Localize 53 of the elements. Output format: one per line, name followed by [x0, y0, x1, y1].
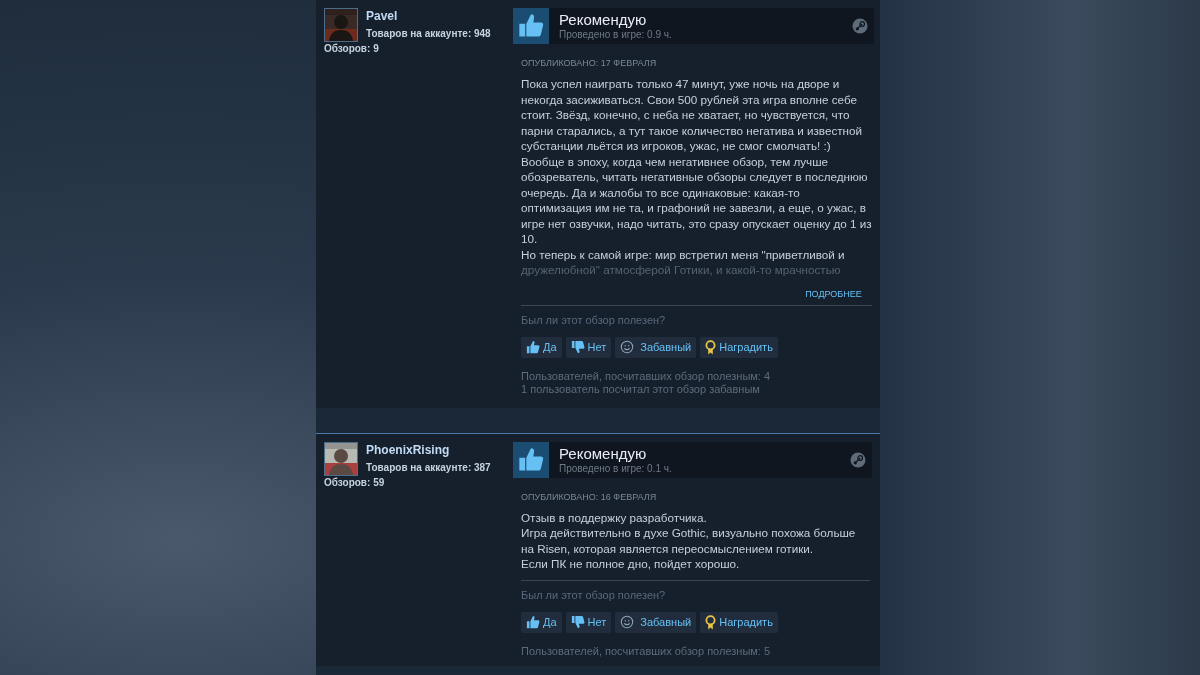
- review-text-line: оптимизация им не та, и графоний не завезли, а еще, о ужас, в: [521, 200, 867, 216]
- reviews-count: Обзоров: 59: [324, 475, 386, 489]
- review-text-line: парни старались, а тут такое количество негатива и известной: [521, 122, 864, 138]
- helpful-question: Был ли этот обзор полезен?: [521, 588, 667, 602]
- posted-date: ОПУБЛИКОВАНО: 16 ФЕВРАЛЯ: [521, 491, 658, 503]
- review-text-line: Вообще в эпоху, когда чем негативнее обзор, тем лучше: [521, 153, 830, 169]
- award-medal-icon: [705, 339, 717, 355]
- playtime-text: Проведено в игре: 0.9 ч.: [559, 29, 673, 41]
- playtime-text: Проведено в игре: 0.1 ч.: [559, 462, 673, 475]
- vote-button[interactable]: Забавный: [615, 611, 697, 633]
- review-text-line: 10.: [521, 231, 539, 247]
- helpful-question: Был ли этот обзор полезен?: [521, 313, 667, 327]
- vote-stats-text: 1 пользователь посчитал этот обзор забавным: [521, 382, 761, 396]
- vote-button[interactable]: Наградить: [700, 336, 778, 358]
- review-text-line: игре нет озвучки, надо читать, это сразу опускает оценку до 1 из: [521, 215, 872, 231]
- review-text-line: дружелюбной" атмосферой Готики, и какой-то мрачностью: [521, 262, 842, 278]
- smiley-icon: [620, 340, 635, 354]
- review-text-line: Пока успел наиграть только 47 минут, уже ночь на дворе и: [521, 76, 841, 92]
- vote-button[interactable]: Нет: [565, 611, 612, 633]
- vote-button[interactable]: Забавный: [615, 336, 697, 358]
- smiley-icon: [620, 615, 635, 629]
- posted-date: ОПУБЛИКОВАНО: 17 ФЕВРАЛЯ: [521, 58, 658, 69]
- review-text-line: обозреватель, читать негативные обзоры следует в последнюю: [521, 169, 869, 185]
- vote-stats-text: Пользователей, посчитавших обзор полезным: 5: [521, 644, 772, 658]
- award-medal-icon: [705, 614, 717, 630]
- review-text-line: очередь. Да и жалобы то все одинаковые: какая-то: [521, 184, 801, 200]
- verdict-title: Рекомендую: [559, 11, 648, 29]
- vote-stats-text: Пользователей, посчитавших обзор полезным: 4: [521, 369, 772, 383]
- thumbs-down-icon: [570, 615, 585, 629]
- review-text-line: субстанции льётся из игроков, ужас, не смог смолчать! :): [521, 138, 832, 154]
- vote-button[interactable]: Да: [521, 336, 562, 358]
- review-text-line: стоит. Звёзд, конечно, с неба не хватает, но чувствуется, что: [521, 107, 851, 123]
- reviews-count: Обзоров: 9: [324, 42, 380, 55]
- review-text-line: Но теперь к самой игре: мир встретил меня "приветливой и: [521, 246, 846, 262]
- verdict-title: Рекомендую: [559, 444, 648, 463]
- review-text-line: Игра действительно в духе Gothic, визуально похожа больше: [521, 525, 857, 541]
- read-more-link[interactable]: ПОДРОБНЕЕ: [805, 288, 862, 300]
- review-text-line: некогда засиживаться. Свои 500 рублей эта игра вполне себе: [521, 91, 858, 107]
- steam-logo-icon: [851, 18, 868, 34]
- thumbs-up-icon: [526, 615, 540, 629]
- review-text-line: Отзыв в поддержку разработчика.: [521, 509, 708, 525]
- vote-button[interactable]: Нет: [565, 336, 612, 358]
- review-text-line: Если ПК не полное дно, пойдет хорошо.: [521, 556, 741, 572]
- review-text-line: на Risen, которая является переосмыслением готики.: [521, 540, 815, 556]
- products-count: Товаров на аккаунте: 387: [366, 460, 491, 474]
- vote-button[interactable]: Наградить: [700, 611, 778, 633]
- thumbs-down-icon: [570, 340, 585, 354]
- username-link[interactable]: PhoenixRising: [366, 442, 491, 458]
- thumbs-up-icon: [526, 340, 540, 354]
- steam-logo-icon: [850, 451, 866, 468]
- products-count: Товаров на аккаунте: 948: [366, 27, 491, 40]
- username-link[interactable]: Pavel: [366, 9, 491, 24]
- vote-button[interactable]: Да: [521, 611, 562, 633]
